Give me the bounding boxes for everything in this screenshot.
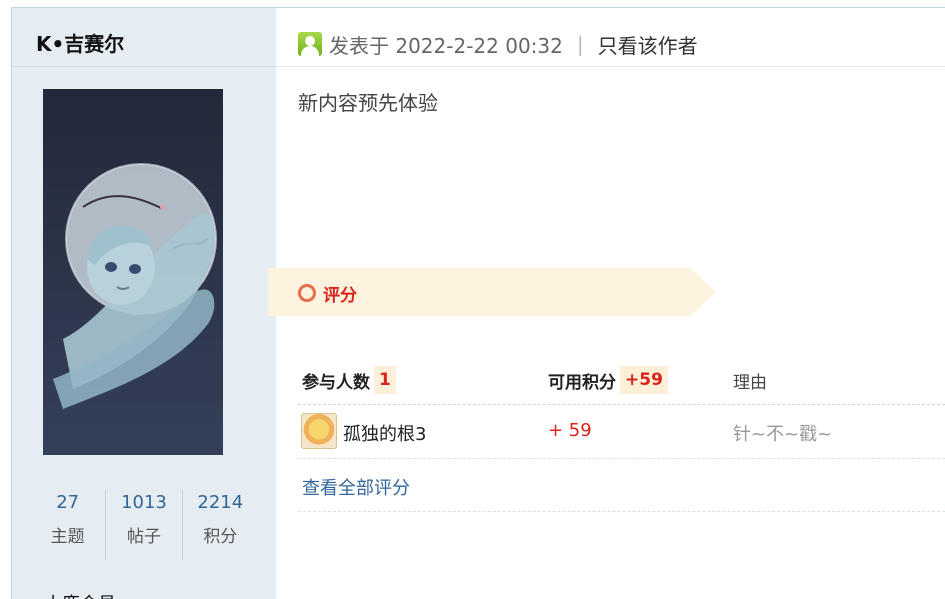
author-name[interactable]: K•吉赛尔: [36, 28, 124, 57]
participants-label: 参与人数: [302, 372, 370, 393]
stat-posts-label: 帖子: [126, 527, 161, 547]
post-timestamp: 发表于 2022-2-22 00:32: [329, 33, 563, 58]
rating-ring-icon: [298, 284, 316, 302]
rater-avatar[interactable]: [301, 413, 337, 449]
rating-participants: 参与人数 1: [302, 366, 396, 394]
rating-title: 评分: [323, 286, 357, 306]
participants-count: 1: [374, 366, 396, 394]
stat-posts[interactable]: 1013 帖子: [105, 490, 181, 560]
points-total: +59: [620, 366, 668, 394]
stat-threads-label: 主题: [50, 527, 85, 547]
rating-points: 可用积分 +59: [548, 366, 668, 394]
stat-credits-value: 2214: [197, 492, 244, 513]
points-label: 可用积分: [548, 372, 616, 393]
rating-footer-divider: [298, 511, 945, 512]
rating-row: 孤独的根3 + 59 针~不~戳~: [298, 411, 945, 451]
rater-name[interactable]: 孤独的根3: [343, 420, 426, 446]
rating-header-divider: [298, 404, 945, 405]
author-stats: 27 主题 1013 帖子 2214 积分: [30, 490, 258, 560]
stat-posts-value: 1013: [121, 492, 167, 513]
rater-reason: 针~不~戳~: [733, 424, 833, 445]
rating-reason-header: 理由: [733, 372, 767, 393]
member-level: 小鹿会员: [44, 590, 116, 599]
stat-threads-value: 27: [56, 492, 80, 513]
post-content: 新内容预先体验: [298, 91, 438, 115]
post-header: 发表于 2022-2-22 00:32 | 只看该作者: [298, 30, 698, 58]
header-separator: |: [576, 32, 584, 56]
author-sidebar: K•吉赛尔 27 主题 1013 帖子 2214 积分: [12, 8, 276, 599]
only-author-link[interactable]: 只看该作者: [598, 30, 698, 59]
avatar-illustration: [53, 163, 217, 409]
view-all-ratings-link[interactable]: 查看全部评分: [302, 474, 410, 500]
rating-row-divider: [298, 458, 945, 459]
rater-score: + 59: [548, 420, 592, 441]
author-avatar[interactable]: [43, 89, 223, 455]
stat-threads[interactable]: 27 主题: [30, 490, 105, 560]
stat-credits-label: 积分: [203, 527, 238, 547]
author-divider: [12, 66, 276, 67]
user-online-icon: [298, 32, 322, 56]
stat-credits[interactable]: 2214 积分: [181, 490, 258, 560]
post-header-divider: [276, 66, 945, 67]
